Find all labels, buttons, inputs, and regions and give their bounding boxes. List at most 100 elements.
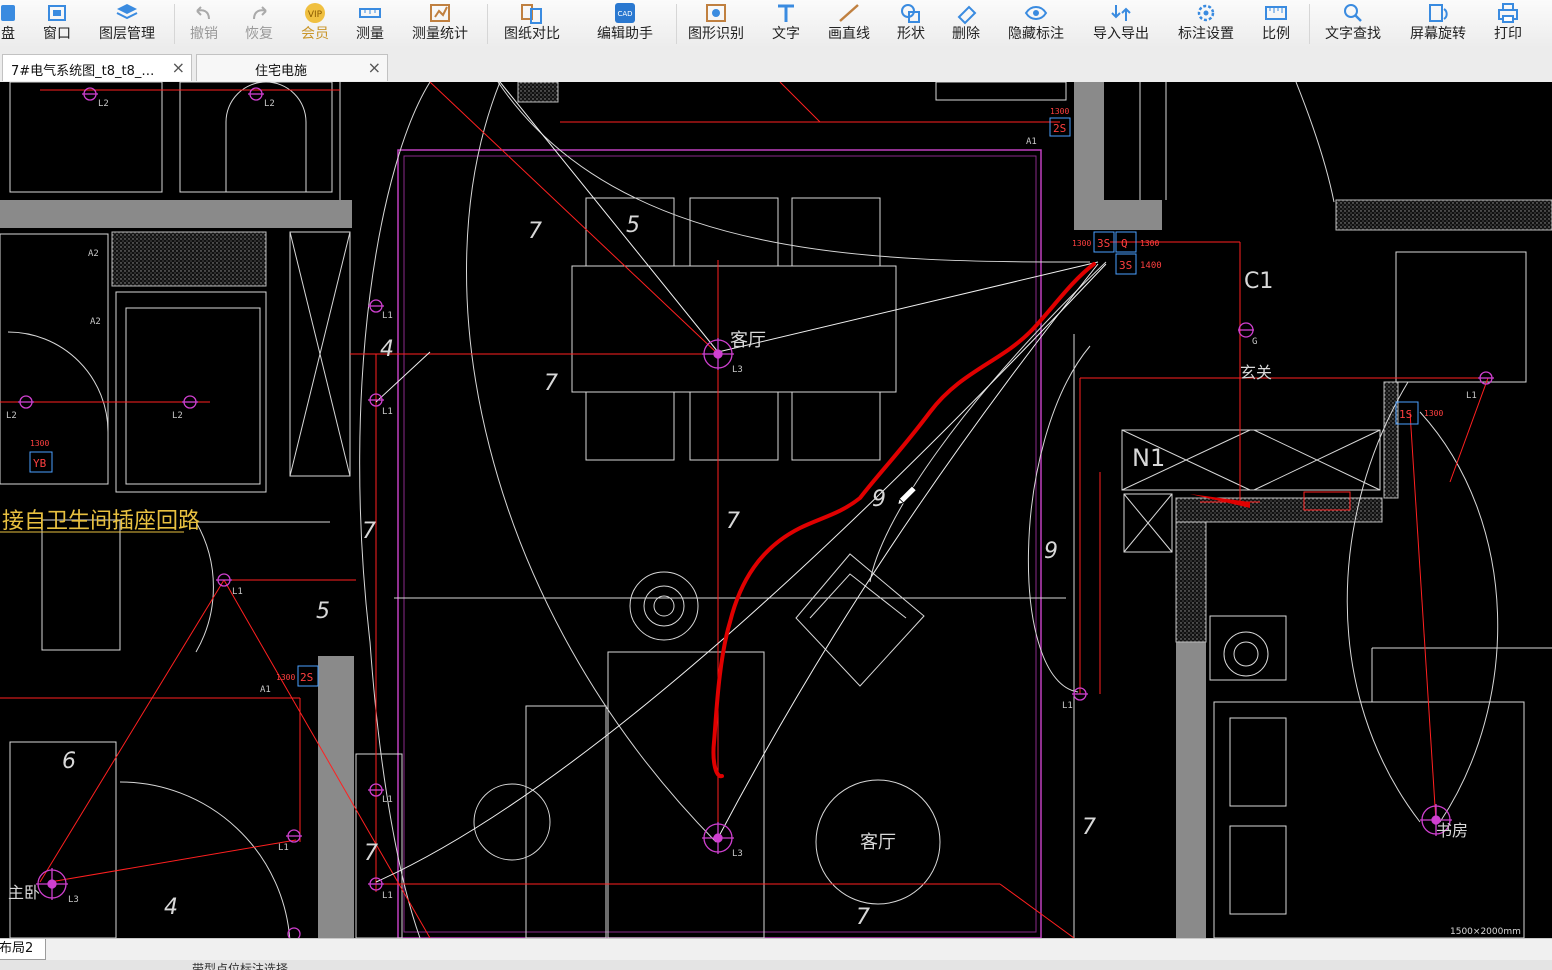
toolbar-separator	[1309, 4, 1310, 44]
svg-text:7: 7	[528, 219, 542, 244]
toolbar-button-annotation-settings[interactable]: 标注设置	[1176, 0, 1236, 48]
svg-text:L2: L2	[264, 99, 275, 109]
redo-icon	[253, 6, 267, 20]
svg-text:A2: A2	[90, 317, 101, 327]
svg-text:3S: 3S	[1097, 237, 1110, 250]
toolbar-button-undo[interactable]: 撤销	[174, 0, 234, 48]
toolbar-button-eraser[interactable]: 删除	[936, 0, 996, 48]
svg-text:4: 4	[380, 337, 394, 362]
toolbar-button-print[interactable]: 打印	[1478, 0, 1538, 48]
measure-icon	[359, 8, 381, 18]
svg-text:CAD: CAD	[617, 10, 632, 18]
drawing-canvas[interactable]: 2S 3S Q 3S 1S YB 2S 1300 1300 1400 1300 …	[0, 82, 1552, 938]
wire-counts: 7 5 7 7 9 9 4 7 5 6 4 7 7 7	[62, 213, 1096, 930]
import-export-icon	[1111, 5, 1131, 21]
toolbar-button-compare[interactable]: 图纸对比	[502, 0, 562, 48]
svg-text:7: 7	[856, 905, 870, 930]
svg-text:1300: 1300	[1140, 239, 1159, 248]
svg-text:5: 5	[316, 599, 330, 624]
status-bar: 带型点位标注选择	[0, 960, 1552, 970]
vip-icon: VIP	[305, 3, 325, 23]
toolbar-separator	[487, 4, 488, 44]
status-text: 带型点位标注选择	[192, 962, 289, 970]
toolbar-label: 形状	[897, 26, 925, 42]
toolbar-label: 恢复	[245, 26, 273, 42]
toolbar-button-shape-recognize[interactable]: 图形识别	[686, 0, 746, 48]
tab-residential-electric[interactable]: 住宅电施 ×	[196, 54, 388, 81]
svg-text:2S: 2S	[1053, 122, 1066, 135]
toolbar-button-import-export[interactable]: 导入导出	[1091, 0, 1151, 48]
toolbar-label: 窗口	[43, 26, 71, 42]
toolbar-label: 图形识别	[688, 26, 744, 42]
svg-text:3S: 3S	[1119, 259, 1132, 272]
boundary-line	[397, 149, 1042, 938]
toolbar-label: 撤销	[190, 26, 218, 42]
svg-text:G: G	[1252, 337, 1257, 347]
toolbar-label: 比例	[1262, 26, 1290, 42]
toolbar-button-text-search[interactable]: 文字查找	[1323, 0, 1383, 48]
toolbar-separator	[676, 4, 677, 44]
rotate-screen-icon	[1429, 4, 1448, 22]
svg-text:L1: L1	[278, 843, 289, 853]
line-icon	[839, 4, 859, 22]
tab-title: 7#电气系统图_t8_t8_…	[11, 64, 155, 79]
svg-text:7: 7	[1082, 815, 1096, 840]
close-icon[interactable]: ×	[172, 58, 185, 77]
toolbar-label: 编辑助手	[597, 26, 653, 42]
svg-text:N1: N1	[1132, 444, 1165, 472]
toolbar-label: 文字	[772, 26, 800, 42]
svg-text:L1: L1	[1062, 701, 1073, 711]
svg-text:1S: 1S	[1399, 408, 1412, 421]
toolbar-label: 图层管理	[99, 26, 155, 42]
main-toolbar: 盘 窗口 图层管理 撤销 恢复 VIP 会员 测量 测量统计 图纸对比 CAD 编辑助手 图形识别 文字 画…	[0, 0, 1552, 49]
layout-bar: 布局2	[0, 938, 1552, 961]
svg-text:L3: L3	[732, 365, 743, 375]
shape-icon	[901, 4, 920, 23]
toolbar-button-vip[interactable]: VIP 会员	[285, 0, 345, 48]
svg-text:5: 5	[626, 213, 640, 238]
toolbar-label: 文字查找	[1325, 26, 1381, 42]
layout-tab[interactable]: 布局2	[0, 939, 46, 960]
toolbar-button-measure-stats[interactable]: 测量统计	[410, 0, 470, 48]
svg-text:Q: Q	[1121, 237, 1128, 250]
text-search-icon	[1344, 4, 1362, 22]
toolbar-label: 屏幕旋转	[1410, 26, 1466, 42]
toolbar-label: 标注设置	[1178, 26, 1234, 42]
toolbar-button-rotate-screen[interactable]: 屏幕旋转	[1408, 0, 1468, 48]
svg-text:9: 9	[872, 487, 886, 512]
svg-text:7: 7	[362, 519, 376, 544]
svg-text:2S: 2S	[300, 671, 313, 684]
toolbar-label: 导入导出	[1093, 26, 1149, 42]
toolbar-button-measure[interactable]: 测量	[340, 0, 400, 48]
close-icon[interactable]: ×	[368, 58, 381, 77]
svg-text:A2: A2	[88, 249, 99, 259]
svg-text:L1: L1	[382, 795, 393, 805]
annotation-note: 接自卫生间插座回路	[2, 509, 200, 534]
svg-text:7: 7	[364, 841, 378, 866]
toolbar-button-window[interactable]: 窗口	[27, 0, 87, 48]
homerun-wires	[375, 82, 1107, 883]
svg-text:6: 6	[62, 749, 76, 774]
eraser-icon	[957, 5, 977, 25]
svg-text:1300: 1300	[276, 673, 295, 682]
toolbar-label: 测量	[356, 26, 384, 42]
toolbar-button-line[interactable]: 画直线	[819, 0, 879, 48]
pencil-cursor-icon	[897, 485, 917, 505]
toolbar-button-layers[interactable]: 图层管理	[97, 0, 157, 48]
svg-text:1300: 1300	[1050, 107, 1069, 116]
toolbar-button-shape[interactable]: 形状	[881, 0, 941, 48]
svg-text:1300: 1300	[1072, 239, 1091, 248]
svg-text:7: 7	[544, 371, 558, 396]
toolbar-button-redo[interactable]: 恢复	[229, 0, 289, 48]
tab-electrical-system[interactable]: 7#电气系统图_t8_t8_… ×	[2, 54, 192, 81]
toolbar-button-text[interactable]: 文字	[756, 0, 816, 48]
measure-stats-icon	[430, 4, 450, 22]
toolbar-label: 会员	[301, 26, 329, 42]
svg-text:L1: L1	[232, 587, 243, 597]
toolbar-label: 画直线	[828, 26, 870, 42]
toolbar-label: 图纸对比	[504, 26, 560, 42]
toolbar-button-eye-hide[interactable]: 隐藏标注	[1006, 0, 1066, 48]
text-icon	[778, 4, 794, 22]
toolbar-button-scale[interactable]: 比例	[1246, 0, 1306, 48]
toolbar-button-cad-assistant[interactable]: CAD 编辑助手	[595, 0, 655, 48]
